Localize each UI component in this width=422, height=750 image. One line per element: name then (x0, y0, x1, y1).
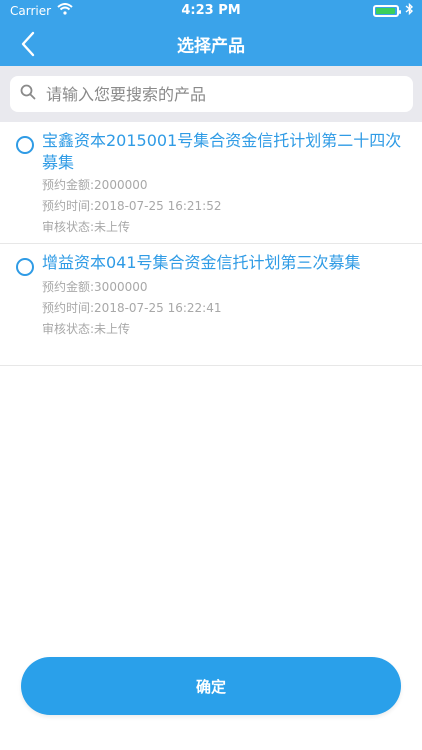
search-field[interactable] (10, 76, 413, 112)
product-list: 宝鑫资本2015001号集合资金信托计划第二十四次募集 预约金额:2000000… (0, 122, 422, 366)
product-item[interactable]: 宝鑫资本2015001号集合资金信托计划第二十四次募集 预约金额:2000000… (0, 122, 422, 244)
page-title: 选择产品 (177, 36, 245, 57)
search-icon (20, 84, 36, 104)
battery-fill (376, 7, 395, 14)
radio-unchecked-icon[interactable] (16, 258, 34, 276)
bluetooth-icon (405, 2, 414, 18)
carrier-label: Carrier (10, 3, 52, 18)
product-title: 宝鑫资本2015001号集合资金信托计划第二十四次募集 (42, 131, 402, 172)
status-bar: Carrier 4:23 PM (0, 0, 422, 22)
product-time: 预约时间:2018-07-25 16:22:41 (42, 301, 222, 315)
search-input[interactable] (44, 83, 388, 105)
product-status: 审核状态:未上传 (42, 322, 131, 336)
status-right-group (373, 2, 414, 18)
clock-time: 4:23 PM (181, 3, 241, 18)
confirm-button[interactable]: 确定 (21, 657, 401, 715)
product-amount: 预约金额:3000000 (42, 280, 148, 294)
product-status: 审核状态:未上传 (42, 220, 131, 234)
product-item[interactable]: 增益资本041号集合资金信托计划第三次募集 预约金额:3000000 预约时间:… (0, 244, 422, 366)
product-time: 预约时间:2018-07-25 16:21:52 (42, 199, 222, 213)
battery-icon (373, 4, 401, 17)
back-button[interactable] (12, 28, 44, 60)
search-bar (0, 66, 422, 122)
chevron-left-icon (21, 31, 35, 57)
carrier-group: Carrier (10, 3, 73, 18)
wifi-icon (57, 3, 73, 18)
product-amount: 预约金额:2000000 (42, 178, 148, 192)
radio-unchecked-icon[interactable] (16, 136, 34, 154)
app-header: Carrier 4:23 PM 选择产品 (0, 0, 422, 66)
product-title: 增益资本041号集合资金信托计划第三次募集 (42, 253, 361, 272)
navigation-bar: 选择产品 (0, 22, 422, 66)
